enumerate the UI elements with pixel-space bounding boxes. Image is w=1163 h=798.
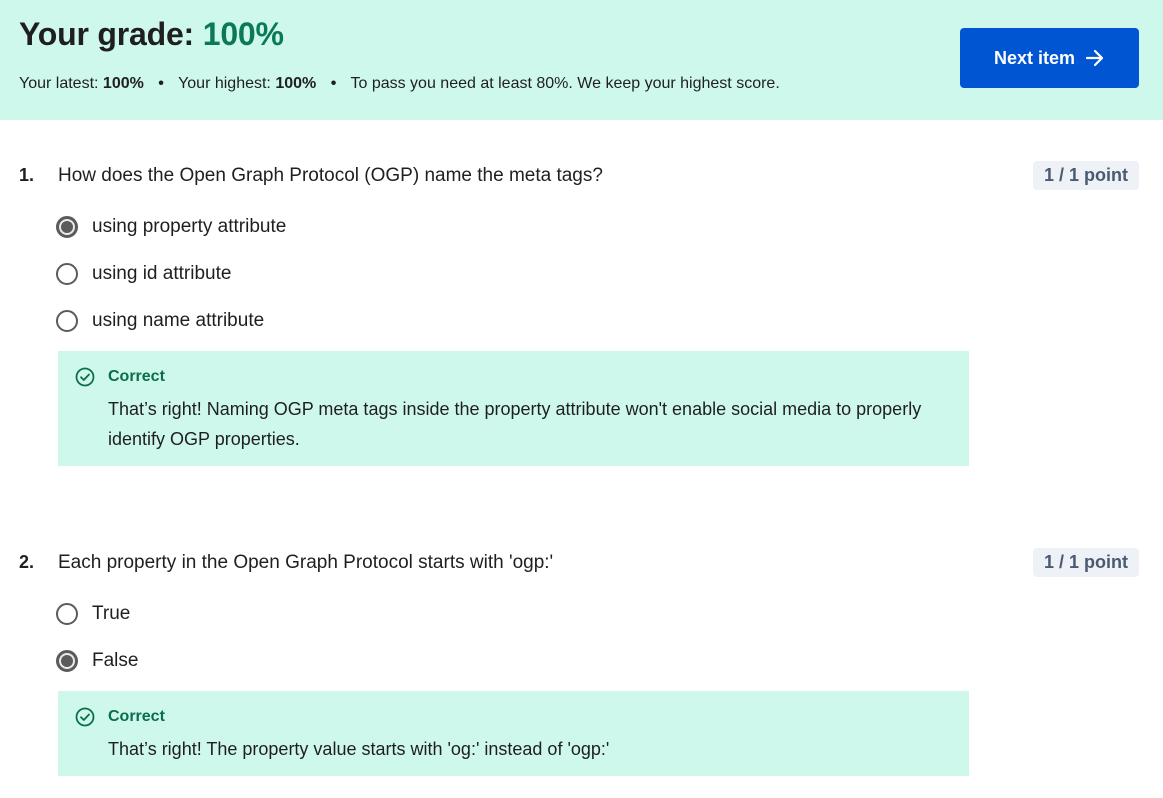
option-using-id-attribute[interactable]: using id attribute xyxy=(56,260,231,288)
radio-selected[interactable] xyxy=(56,216,78,238)
pass-note: To pass you need at least 80%. We keep y… xyxy=(350,75,780,92)
grade-banner: Your grade: 100% Your latest: 100% • You… xyxy=(0,0,1163,120)
question-number: 2. xyxy=(19,552,35,572)
points-badge: 1 / 1 point xyxy=(1033,161,1139,190)
feedback-text: That’s right! Naming OGP meta tags insid… xyxy=(108,399,922,449)
option-label: using property attribute xyxy=(92,216,287,237)
check-circle-icon xyxy=(75,367,95,387)
next-item-label: Next item xyxy=(993,47,1076,68)
highest-value: 100% xyxy=(275,75,317,92)
separator-dot: • xyxy=(158,75,164,92)
option-using-property-attribute[interactable]: using property attribute xyxy=(56,213,286,241)
highest-label: Your highest: xyxy=(178,75,271,92)
option-true[interactable]: True xyxy=(56,600,130,628)
question-text: How does the Open Graph Protocol (OGP) n… xyxy=(58,165,603,186)
feedback-title: Correct xyxy=(108,708,165,725)
option-label: using name attribute xyxy=(92,310,265,331)
arrow-right-icon xyxy=(1085,49,1104,67)
grade-label: Your grade: xyxy=(19,16,195,52)
separator-dot: • xyxy=(330,75,337,92)
option-label: True xyxy=(92,603,131,624)
option-label: False xyxy=(92,650,139,671)
question-number: 1. xyxy=(19,165,35,185)
radio-unselected[interactable] xyxy=(56,263,78,285)
latest-value: 100% xyxy=(102,75,144,92)
option-using-name-attribute[interactable]: using name attribute xyxy=(56,307,264,335)
latest-label: Your latest: xyxy=(19,75,99,92)
grade-summary: Your latest: 100% • Your highest: 100% •… xyxy=(19,75,780,93)
next-item-button[interactable]: Next item xyxy=(960,28,1139,88)
question-text: Each property in the Open Graph Protocol… xyxy=(58,552,554,573)
check-circle-icon xyxy=(75,707,95,727)
feedback-title: Correct xyxy=(108,368,165,385)
feedback-panel: Correct That’s right! Naming OGP meta ta… xyxy=(58,351,969,466)
option-label: using id attribute xyxy=(92,263,232,284)
grade-title: Your grade: 100% xyxy=(19,16,284,53)
radio-unselected[interactable] xyxy=(56,603,78,625)
option-false[interactable]: False xyxy=(56,647,138,675)
grade-value: 100% xyxy=(202,16,284,52)
radio-unselected[interactable] xyxy=(56,310,78,332)
feedback-panel: Correct That’s right! The property value… xyxy=(58,691,969,776)
radio-selected[interactable] xyxy=(56,650,78,672)
points-badge: 1 / 1 point xyxy=(1033,548,1139,577)
feedback-text: That’s right! The property value starts … xyxy=(108,739,610,759)
